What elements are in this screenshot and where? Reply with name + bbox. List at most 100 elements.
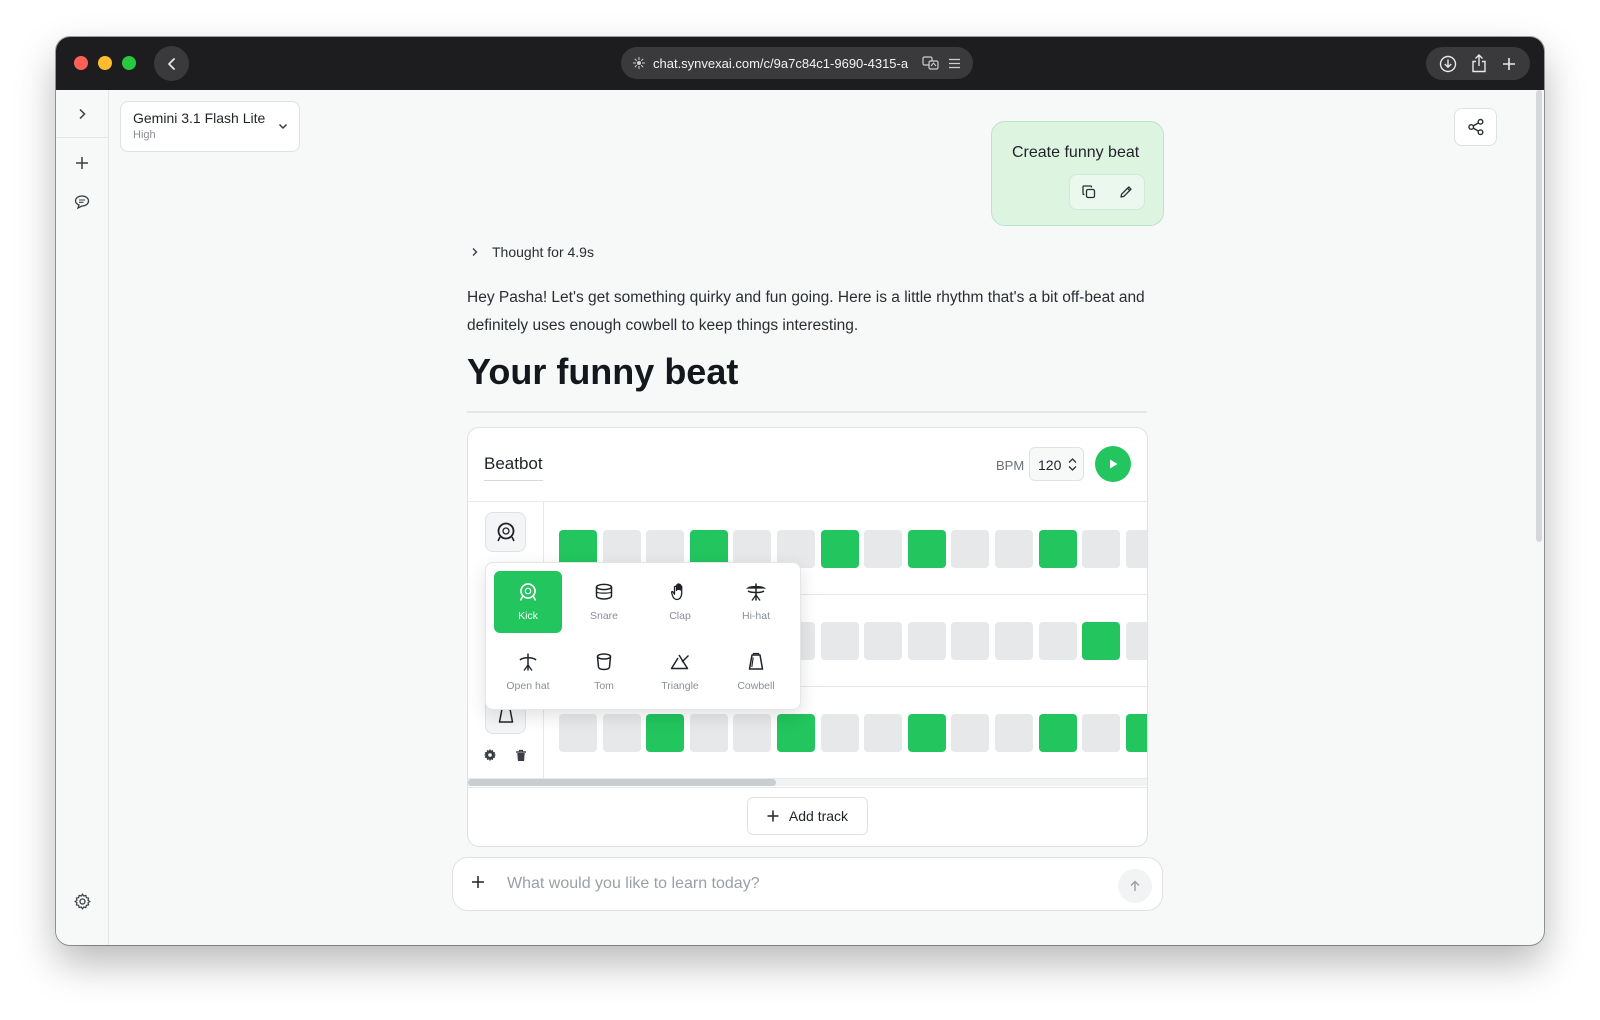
beatbot-title: Beatbot: [484, 454, 543, 481]
send-button[interactable]: [1118, 869, 1152, 903]
step-cell[interactable]: [951, 530, 989, 568]
instrument-option-clap[interactable]: Clap: [646, 571, 714, 633]
address-bar[interactable]: chat.synvexai.com/c/9a7c84c1-9690-4315-a: [621, 47, 973, 79]
step-cell[interactable]: [1039, 714, 1077, 752]
chevron-right-icon: [472, 248, 478, 256]
instrument-option-label: Clap: [669, 610, 691, 622]
step-cell[interactable]: [908, 714, 946, 752]
hi-hat-icon: [746, 583, 766, 601]
step-cell[interactable]: [603, 714, 641, 752]
copy-message-button[interactable]: [1081, 185, 1096, 199]
reader-icon[interactable]: [948, 58, 961, 69]
step-cell[interactable]: [821, 530, 859, 568]
message-input[interactable]: [507, 870, 1097, 898]
bpm-value: 120: [1038, 457, 1062, 473]
heading-divider: [467, 411, 1147, 413]
plus-icon: [767, 810, 779, 822]
track-settings-button[interactable]: [480, 745, 500, 765]
play-button[interactable]: [1095, 446, 1131, 482]
instrument-option-label: Open hat: [506, 680, 550, 692]
beat-heading: Your funny beat: [467, 351, 739, 392]
bpm-label: BPM: [996, 458, 1025, 473]
step-cell[interactable]: [559, 714, 597, 752]
instrument-option-kick[interactable]: Kick: [494, 571, 562, 633]
step-cell[interactable]: [864, 530, 902, 568]
instrument-option-tom[interactable]: Tom: [570, 641, 638, 703]
minimize-window-button[interactable]: [98, 56, 112, 70]
share-icon[interactable]: [1471, 54, 1487, 73]
step-cell[interactable]: [1082, 622, 1120, 660]
chevron-down-icon: [278, 123, 288, 130]
step-cell[interactable]: [646, 714, 684, 752]
step-cell[interactable]: [995, 622, 1033, 660]
step-cell[interactable]: [864, 622, 902, 660]
step-cell[interactable]: [1082, 530, 1120, 568]
triangle-icon: [670, 654, 689, 670]
history-button[interactable]: [69, 189, 95, 215]
bpm-input[interactable]: 120: [1029, 447, 1084, 481]
tom-drum-icon: [596, 653, 612, 671]
assistant-reply-text: Hey Pasha! Let's get something quirky an…: [467, 289, 1145, 334]
stepper-arrows-icon[interactable]: [1068, 457, 1077, 472]
instrument-option-snare[interactable]: Snare: [570, 571, 638, 633]
add-track-button[interactable]: Add track: [747, 797, 868, 835]
kick-drum-icon: [496, 522, 515, 542]
instrument-option-label: Triangle: [661, 680, 699, 692]
step-cell[interactable]: [1039, 622, 1077, 660]
horizontal-scrollbar-thumb[interactable]: [468, 779, 776, 786]
user-message-text: Create funny beat: [1012, 144, 1140, 161]
instrument-option-cowbell[interactable]: Cowbell: [722, 641, 790, 703]
step-cell[interactable]: [821, 622, 859, 660]
share-conversation-button[interactable]: [1454, 108, 1497, 146]
step-cell[interactable]: [908, 622, 946, 660]
settings-button[interactable]: [69, 888, 95, 914]
instrument-option-triangle[interactable]: Triangle: [646, 641, 714, 703]
arrow-up-icon: [1130, 880, 1140, 891]
step-cell[interactable]: [864, 714, 902, 752]
step-cell[interactable]: [908, 530, 946, 568]
gear-icon: [483, 748, 497, 762]
url-text: chat.synvexai.com/c/9a7c84c1-9690-4315-a: [653, 55, 909, 71]
browser-titlebar: chat.synvexai.com/c/9a7c84c1-9690-4315-a: [56, 37, 1544, 90]
step-cell[interactable]: [821, 714, 859, 752]
step-cell[interactable]: [1082, 714, 1120, 752]
track-instrument-button-kick[interactable]: [485, 512, 526, 552]
step-cell[interactable]: [951, 714, 989, 752]
thought-label: Thought for 4.9s: [492, 244, 594, 260]
attach-plus-icon[interactable]: [471, 875, 485, 889]
delete-track-button[interactable]: [511, 745, 531, 765]
edit-message-button[interactable]: [1119, 185, 1133, 199]
browser-window: chat.synvexai.com/c/9a7c84c1-9690-4315-a…: [56, 37, 1544, 945]
copy-icon: [1081, 185, 1095, 199]
step-cell[interactable]: [1126, 530, 1147, 568]
step-cell[interactable]: [995, 714, 1033, 752]
step-cell[interactable]: [1126, 622, 1147, 660]
back-button[interactable]: [154, 46, 189, 81]
zoom-window-button[interactable]: [122, 56, 136, 70]
close-window-button[interactable]: [74, 56, 88, 70]
chat-bubble-icon: [74, 195, 90, 210]
step-cell[interactable]: [1126, 714, 1147, 752]
model-selector[interactable]: Gemini 3.1 Flash Lite High: [120, 101, 300, 152]
step-cell[interactable]: [995, 530, 1033, 568]
step-cell[interactable]: [777, 714, 815, 752]
trash-icon: [516, 749, 526, 761]
model-name: Gemini 3.1 Flash Lite: [133, 110, 266, 126]
page-scrollbar[interactable]: [1536, 90, 1542, 542]
instrument-option-open-hat[interactable]: Open hat: [494, 641, 562, 703]
new-chat-button[interactable]: [69, 150, 95, 176]
beatbot-header: Beatbot BPM 120: [468, 428, 1147, 502]
site-icon: [633, 57, 645, 69]
step-cell[interactable]: [951, 622, 989, 660]
instrument-option-hi-hat[interactable]: Hi-hat: [722, 571, 790, 633]
expand-sidebar-button[interactable]: [69, 101, 95, 127]
thought-toggle[interactable]: Thought for 4.9s: [470, 244, 594, 260]
new-tab-icon[interactable]: [1501, 56, 1517, 72]
step-cell[interactable]: [690, 714, 728, 752]
translate-icon[interactable]: [922, 56, 940, 70]
step-cell[interactable]: [733, 714, 771, 752]
kick-drum-icon: [519, 583, 537, 601]
step-cell[interactable]: [1039, 530, 1077, 568]
open-hat-icon: [519, 653, 537, 671]
download-icon[interactable]: [1439, 55, 1457, 73]
